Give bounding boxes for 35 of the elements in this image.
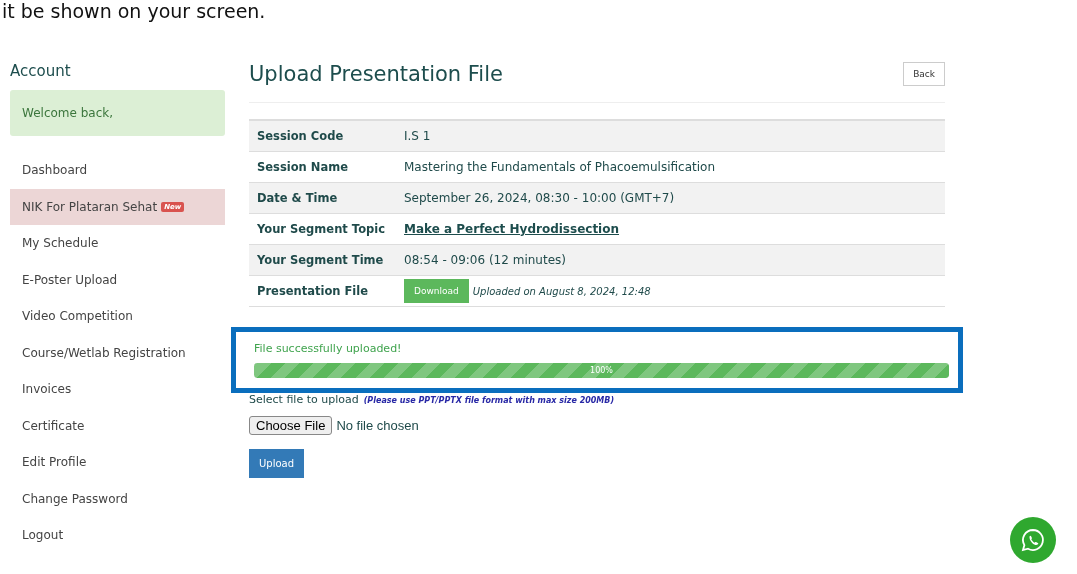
success-message: File successfully uploaded! bbox=[254, 342, 403, 355]
sidebar-item[interactable]: Certificate bbox=[10, 407, 225, 444]
value-cell: I.S 1 bbox=[396, 120, 945, 152]
sidebar-item[interactable]: Logout bbox=[10, 517, 225, 554]
chat-icon[interactable] bbox=[1010, 517, 1056, 563]
sidebar-item[interactable]: Edit Profile bbox=[10, 444, 225, 481]
file-status: No file chosen bbox=[336, 418, 419, 433]
back-button[interactable]: Back bbox=[903, 62, 945, 86]
page-title: Upload Presentation File bbox=[249, 62, 503, 86]
progress-label: 100% bbox=[589, 365, 614, 377]
caption-text: it be shown on your screen. bbox=[1, 0, 267, 22]
value-cell: 08:54 - 09:06 (12 minutes) bbox=[396, 244, 945, 276]
row-label: Session Name bbox=[249, 151, 396, 183]
choose-file-button[interactable]: Choose File bbox=[249, 416, 333, 435]
sidebar-item[interactable]: Course/Wetlab Registration bbox=[10, 334, 225, 371]
upload-label: Select file to upload bbox=[249, 393, 359, 406]
row-label: Date & Time bbox=[249, 182, 396, 214]
row-label: Session Code bbox=[249, 120, 396, 152]
sidebar-item[interactable]: E-Poster Upload bbox=[10, 261, 225, 298]
topic-link[interactable]: Make a Perfect Hydrodissection bbox=[404, 222, 620, 236]
row-label: Presentation File bbox=[249, 275, 396, 307]
row-label: Your Segment Time bbox=[249, 244, 396, 276]
welcome-message: Welcome back, bbox=[10, 90, 225, 136]
value-cell: Mastering the Fundamentals of Phacoemulsification bbox=[396, 151, 945, 183]
sidebar-title: Account bbox=[10, 62, 72, 80]
value-cell: September 26, 2024, 08:30 - 10:00 (GMT+7) bbox=[396, 182, 945, 214]
format-hint: (Please use PPT/PPTX file format with max size 200MB) bbox=[363, 396, 615, 405]
sidebar-item[interactable]: Dashboard bbox=[10, 152, 225, 189]
upload-date: Uploaded on August 8, 2024, 12:48 bbox=[472, 285, 651, 297]
sidebar-item[interactable]: Video Competition bbox=[10, 298, 225, 335]
upload-button[interactable]: Upload bbox=[249, 449, 305, 478]
sidebar-item[interactable]: Change Password bbox=[10, 480, 225, 517]
row-label: Your Segment Topic bbox=[249, 213, 396, 245]
sidebar-item[interactable]: Invoices bbox=[10, 371, 225, 408]
sidebar-item[interactable]: My Schedule bbox=[10, 225, 225, 262]
